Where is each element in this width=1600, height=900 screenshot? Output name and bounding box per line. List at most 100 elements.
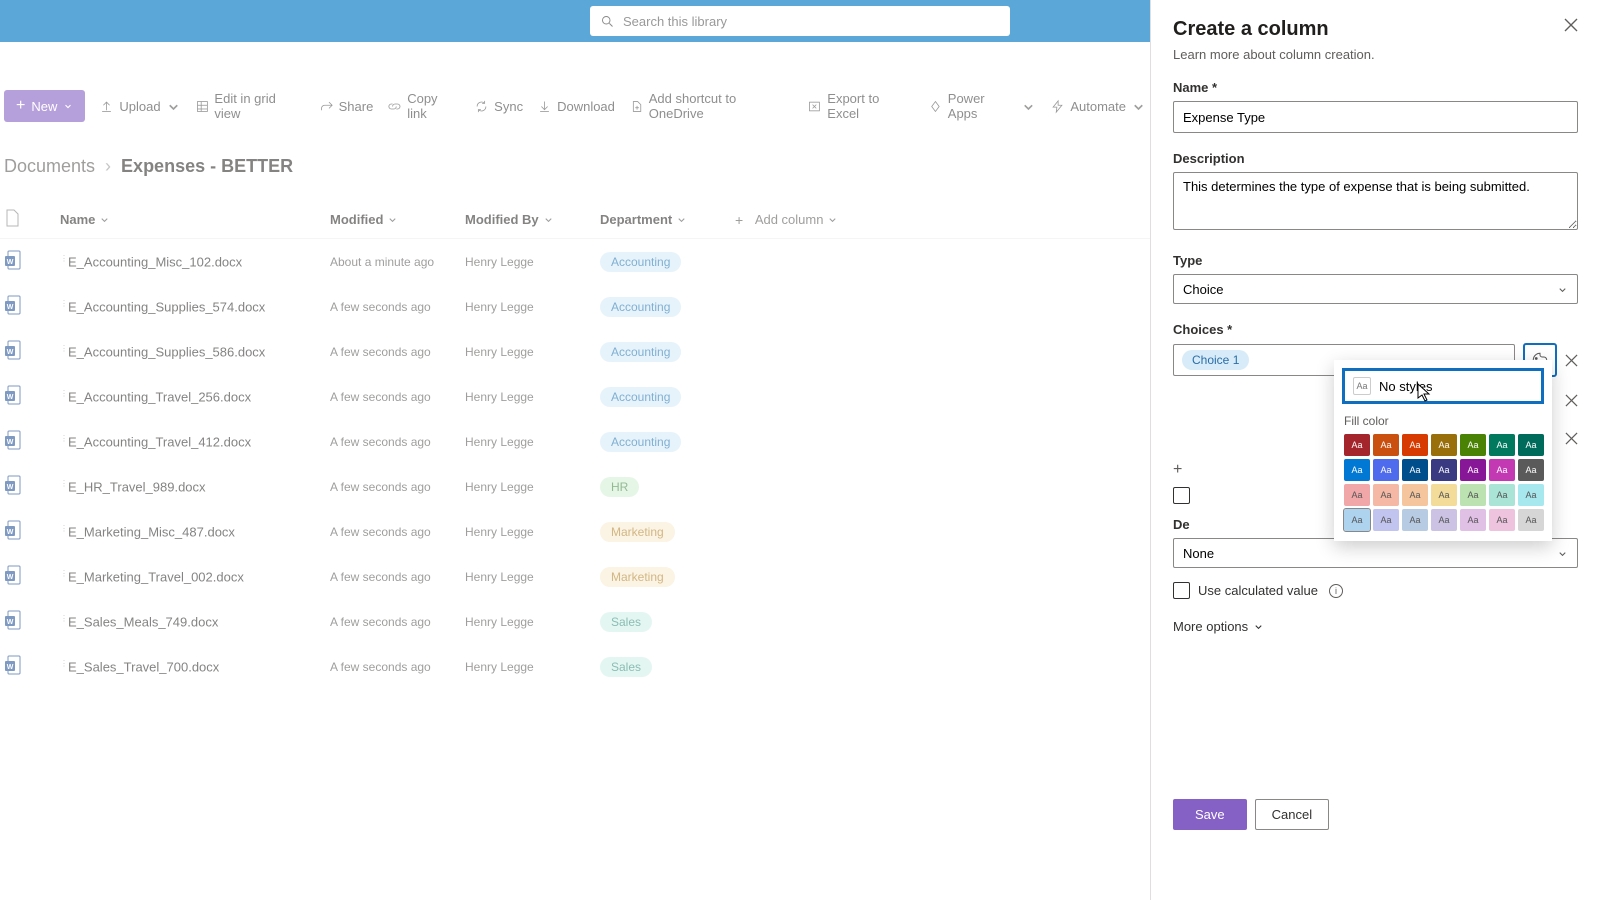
svg-text:W: W <box>7 619 14 626</box>
column-name-header[interactable]: Name <box>60 212 330 227</box>
svg-text:W: W <box>7 394 14 401</box>
command-bar: New Upload Edit in grid view Share Copy … <box>0 90 1150 122</box>
new-button[interactable]: New <box>4 90 85 122</box>
table-row[interactable]: W ⋮E_Sales_Meals_749.docx A few seconds … <box>0 599 1150 644</box>
color-swatch[interactable]: Aa <box>1344 459 1370 481</box>
color-swatch[interactable]: Aa <box>1373 509 1399 531</box>
copy-link-button[interactable]: Copy link <box>387 91 460 121</box>
table-row[interactable]: W ⋮E_Accounting_Supplies_586.docx A few … <box>0 329 1150 374</box>
type-label: Type <box>1173 253 1578 268</box>
color-swatch[interactable]: Aa <box>1344 434 1370 456</box>
power-apps-button[interactable]: Power Apps <box>928 91 1036 121</box>
automate-button[interactable]: Automate <box>1050 99 1146 114</box>
default-value-select[interactable]: None <box>1173 538 1578 568</box>
color-swatch[interactable]: Aa <box>1518 509 1544 531</box>
file-type-icon <box>4 209 20 227</box>
color-swatch[interactable]: Aa <box>1373 459 1399 481</box>
modified-by: Henry Legge <box>465 300 534 314</box>
download-button[interactable]: Download <box>537 99 615 114</box>
color-picker-popup: Aa No styles Fill color AaAaAaAaAaAaAaAa… <box>1334 360 1552 541</box>
color-swatch[interactable]: Aa <box>1431 434 1457 456</box>
table-row[interactable]: W ⋮E_HR_Travel_989.docx A few seconds ag… <box>0 464 1150 509</box>
color-swatch[interactable]: Aa <box>1402 434 1428 456</box>
word-file-icon: W <box>4 249 22 271</box>
color-swatch[interactable]: Aa <box>1460 484 1486 506</box>
color-swatch[interactable]: Aa <box>1402 459 1428 481</box>
sync-button[interactable]: Sync <box>474 99 523 114</box>
color-swatch[interactable]: Aa <box>1489 434 1515 456</box>
color-swatch[interactable]: Aa <box>1460 434 1486 456</box>
search-input[interactable]: Search this library <box>590 6 1010 36</box>
color-swatch[interactable]: Aa <box>1489 484 1515 506</box>
close-icon[interactable] <box>1564 18 1578 32</box>
manual-values-checkbox[interactable] <box>1173 487 1190 504</box>
file-name: ⋮E_Marketing_Misc_487.docx <box>60 524 235 539</box>
description-input[interactable] <box>1173 172 1578 230</box>
color-swatch[interactable]: Aa <box>1344 509 1370 531</box>
breadcrumb-root[interactable]: Documents <box>4 156 95 177</box>
modified-by: Henry Legge <box>465 390 534 404</box>
department-pill: HR <box>600 477 639 497</box>
edit-grid-button[interactable]: Edit in grid view <box>195 91 305 121</box>
table-row[interactable]: W ⋮E_Accounting_Supplies_574.docx A few … <box>0 284 1150 329</box>
more-options-button[interactable]: More options <box>1173 619 1578 634</box>
table-row[interactable]: W ⋮E_Marketing_Misc_487.docx A few secon… <box>0 509 1150 554</box>
breadcrumb: Documents › Expenses - BETTER <box>0 156 1150 177</box>
choice-3-remove-icon[interactable] <box>1565 432 1578 445</box>
add-column-button[interactable]: + Add column <box>735 212 875 228</box>
table-row[interactable]: W ⋮E_Accounting_Travel_412.docx A few se… <box>0 419 1150 464</box>
color-swatch[interactable]: Aa <box>1402 509 1428 531</box>
color-swatch[interactable]: Aa <box>1518 484 1544 506</box>
color-swatch[interactable]: Aa <box>1460 509 1486 531</box>
save-button[interactable]: Save <box>1173 799 1247 830</box>
panel-subtitle[interactable]: Learn more about column creation. <box>1173 47 1578 62</box>
modified-time: A few seconds ago <box>330 390 431 404</box>
color-swatch[interactable]: Aa <box>1431 459 1457 481</box>
modified-by: Henry Legge <box>465 345 534 359</box>
table-row[interactable]: W ⋮E_Accounting_Misc_102.docx About a mi… <box>0 239 1150 284</box>
color-swatch[interactable]: Aa <box>1402 484 1428 506</box>
color-swatch[interactable]: Aa <box>1518 434 1544 456</box>
word-file-icon: W <box>4 294 22 316</box>
svg-text:W: W <box>7 529 14 536</box>
table-row[interactable]: W ⋮E_Sales_Travel_700.docx A few seconds… <box>0 644 1150 689</box>
use-calculated-checkbox[interactable] <box>1173 582 1190 599</box>
choice-1-remove-icon[interactable] <box>1565 354 1578 367</box>
upload-button[interactable]: Upload <box>99 99 180 114</box>
no-style-swatch: Aa <box>1353 377 1371 395</box>
color-swatch[interactable]: Aa <box>1373 484 1399 506</box>
type-select[interactable]: Choice <box>1173 274 1578 304</box>
mouse-cursor <box>1417 383 1433 403</box>
color-swatch[interactable]: Aa <box>1489 509 1515 531</box>
department-pill: Accounting <box>600 342 681 362</box>
color-swatch[interactable]: Aa <box>1518 459 1544 481</box>
info-icon[interactable]: i <box>1329 584 1343 598</box>
share-button[interactable]: Share <box>319 99 374 114</box>
department-pill: Sales <box>600 657 652 677</box>
color-swatch[interactable]: Aa <box>1431 484 1457 506</box>
color-swatch[interactable]: Aa <box>1373 434 1399 456</box>
table-row[interactable]: W ⋮E_Marketing_Travel_002.docx A few sec… <box>0 554 1150 599</box>
column-modified-header[interactable]: Modified <box>330 212 465 227</box>
no-styles-option[interactable]: Aa No styles <box>1342 368 1544 404</box>
table-row[interactable]: W ⋮E_Accounting_Travel_256.docx A few se… <box>0 374 1150 419</box>
color-swatch[interactable]: Aa <box>1431 509 1457 531</box>
color-swatch[interactable]: Aa <box>1489 459 1515 481</box>
color-swatch[interactable]: Aa <box>1460 459 1486 481</box>
name-input[interactable] <box>1173 101 1578 133</box>
modified-time: A few seconds ago <box>330 435 431 449</box>
column-modifiedby-header[interactable]: Modified By <box>465 212 600 227</box>
file-name: ⋮E_Accounting_Misc_102.docx <box>60 254 242 269</box>
modified-by: Henry Legge <box>465 525 534 539</box>
choice-2-remove-icon[interactable] <box>1565 394 1578 407</box>
modified-time: A few seconds ago <box>330 480 431 494</box>
export-excel-button[interactable]: Export to Excel <box>807 91 914 121</box>
column-department-header[interactable]: Department <box>600 212 735 227</box>
color-swatch[interactable]: Aa <box>1344 484 1370 506</box>
description-label: Description <box>1173 151 1578 166</box>
add-shortcut-button[interactable]: Add shortcut to OneDrive <box>629 91 794 121</box>
modified-time: A few seconds ago <box>330 615 431 629</box>
name-label: Name * <box>1173 80 1578 95</box>
modified-by: Henry Legge <box>465 435 534 449</box>
cancel-button[interactable]: Cancel <box>1255 799 1329 830</box>
